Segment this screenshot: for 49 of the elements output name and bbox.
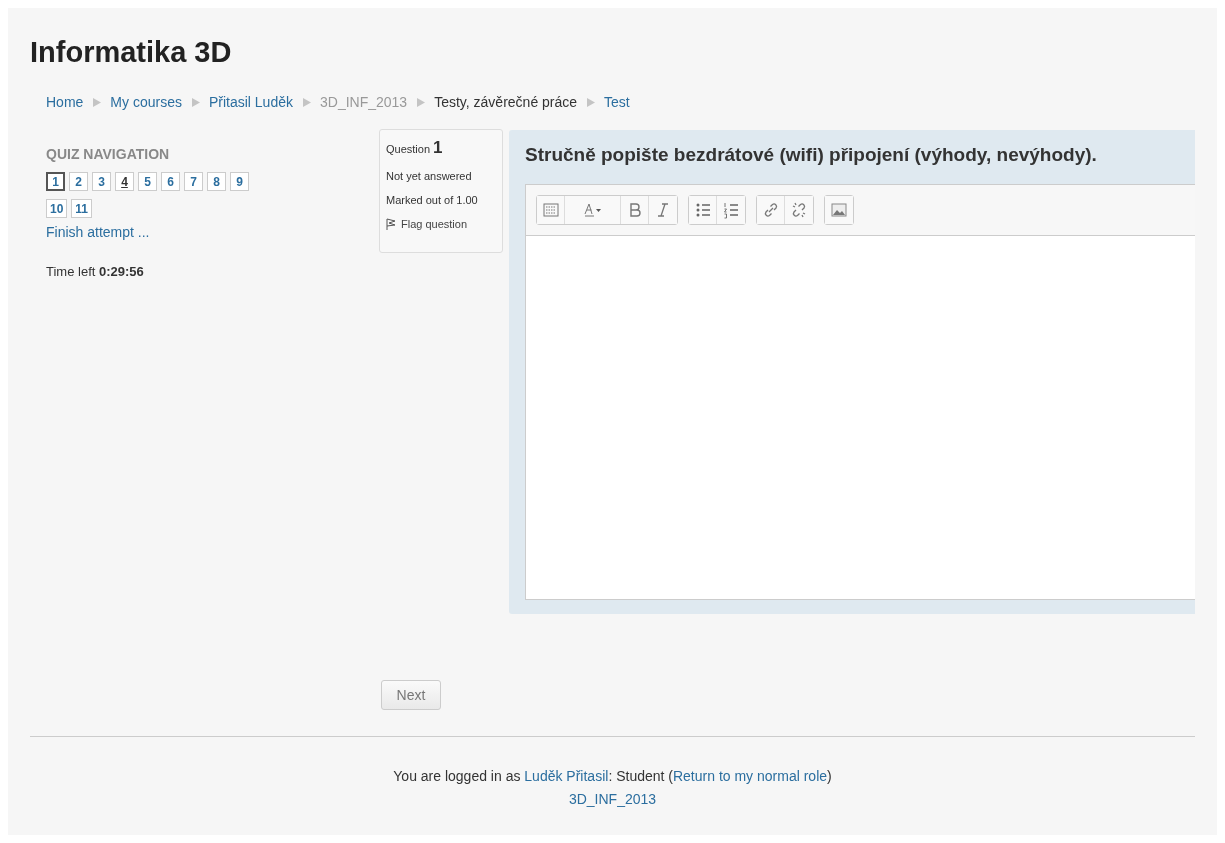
footer-link[interactable]: Return to my normal role — [672, 768, 828, 784]
question-number-button[interactable]: 1 — [46, 172, 65, 191]
breadcrumb-link[interactable]: My courses — [110, 94, 182, 110]
question-marks: Marked out of 1.00 — [386, 194, 479, 206]
question-status: Not yet answered — [386, 170, 473, 182]
separator-icon — [416, 97, 426, 107]
flag-icon[interactable] — [386, 218, 396, 230]
site-title: Informatika 3D — [30, 35, 233, 70]
question-number-button[interactable]: 4 — [115, 172, 134, 191]
next-button[interactable]: Next — [381, 680, 441, 710]
numbered-list-button[interactable] — [717, 196, 745, 224]
breadcrumb-link[interactable]: Test — [604, 94, 630, 110]
course-link[interactable]: 3D_INF_2013 — [568, 791, 657, 807]
question-number-button[interactable]: 11 — [71, 199, 93, 218]
bullet-list-button[interactable] — [689, 196, 717, 224]
broken-link-button[interactable] — [785, 196, 813, 224]
toolbar-toggle-button[interactable] — [537, 196, 565, 224]
question-number-button[interactable]: 3 — [92, 172, 111, 191]
question-number-button[interactable]: 8 — [207, 172, 226, 191]
image-button[interactable] — [825, 196, 853, 224]
font-style-icon — [582, 201, 603, 219]
login-info-text: You are logged in as Luděk Přitasil: Student (Return to my normal role) — [392, 767, 833, 786]
block-heading: QUIZ NAVIGATION — [46, 146, 171, 162]
breadcrumb-link[interactable]: Home — [46, 94, 84, 110]
question-number-button[interactable]: 2 — [69, 172, 88, 191]
breadcrumb-link[interactable]: Přitasil Luděk — [208, 94, 293, 110]
toolbar-toggle-icon — [541, 201, 560, 219]
chain-link-button[interactable] — [757, 196, 785, 224]
question-number-button[interactable]: 6 — [161, 172, 180, 191]
question-number-label: Question 1 — [386, 138, 444, 158]
question-number-button[interactable]: 9 — [230, 172, 249, 191]
question-text: Stručně popište bezdrátové (wifi) připojení (výhody, nevýhody). — [525, 144, 1098, 166]
question-number-button[interactable]: 7 — [184, 172, 203, 191]
separator-icon — [92, 97, 102, 107]
separator-icon — [190, 97, 200, 107]
image-icon — [830, 201, 848, 219]
separator-icon — [302, 97, 311, 107]
italic-button[interactable] — [649, 196, 677, 224]
font-style-button[interactable] — [565, 196, 621, 224]
separator-icon — [586, 97, 596, 107]
bold-button[interactable] — [621, 196, 649, 224]
broken-link-icon — [790, 201, 808, 219]
question-number-button[interactable]: 5 — [138, 172, 157, 191]
numbered-list-icon — [722, 201, 740, 219]
question-number-button[interactable]: 10 — [46, 199, 68, 218]
flag-question-link[interactable]: Flag question — [401, 218, 468, 230]
finish-attempt-link[interactable]: Finish attempt ... — [46, 224, 379, 240]
breadcrumb-item: Testy, závěrečné práce — [434, 94, 578, 110]
time-left-text: Time left 0:29:56 — [46, 264, 145, 279]
